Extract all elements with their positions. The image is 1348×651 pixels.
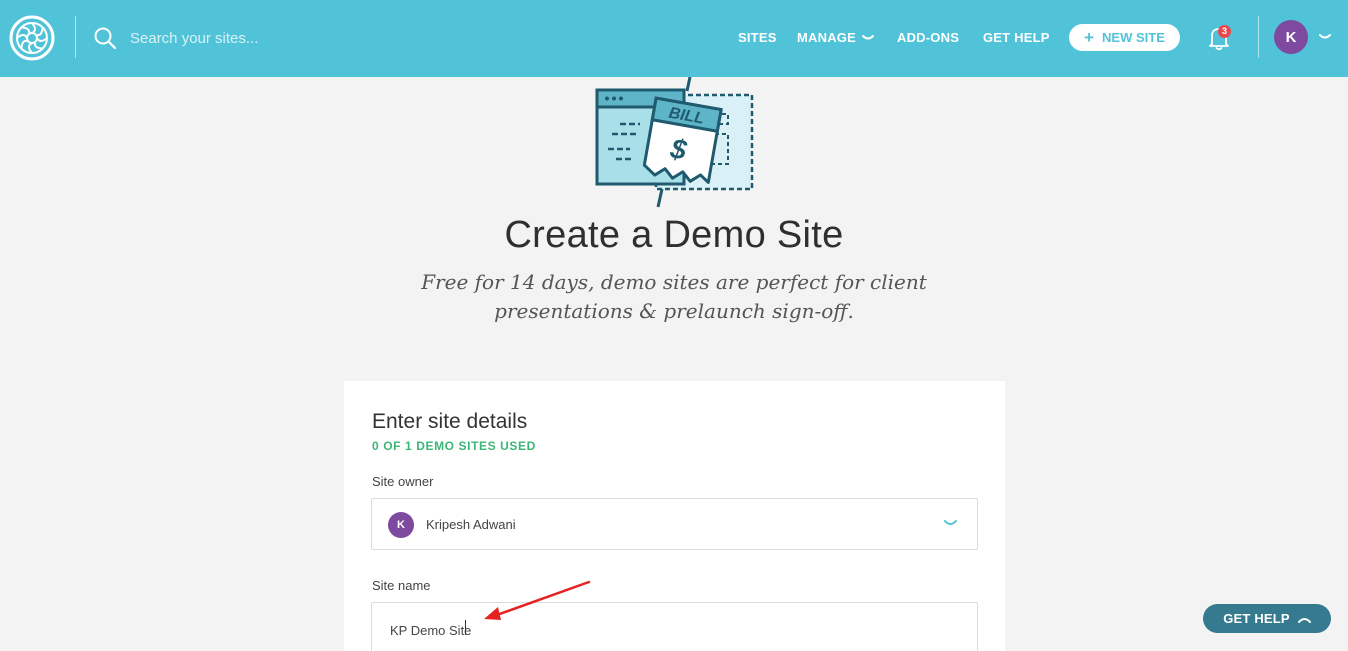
divider <box>75 16 76 58</box>
get-help-label: GET HELP <box>1223 611 1290 626</box>
chevron-down-icon <box>944 520 957 525</box>
chevron-up-icon <box>1297 617 1311 623</box>
site-name-field[interactable] <box>371 602 978 651</box>
site-name-label: Site name <box>372 578 431 593</box>
notification-badge: 3 <box>1218 25 1231 38</box>
site-owner-label: Site owner <box>372 474 434 489</box>
chevron-down-icon[interactable] <box>1319 34 1331 41</box>
subtitle-line-1: Free for 14 days, demo sites are perfect… <box>421 270 927 294</box>
nav-add-ons[interactable]: ADD-ONS <box>897 30 959 45</box>
search-input[interactable] <box>130 27 430 49</box>
divider <box>1258 16 1259 58</box>
plus-icon: + <box>1084 28 1095 47</box>
owner-name: Kripesh Adwani <box>426 517 516 532</box>
chevron-down-icon <box>861 35 874 40</box>
flywheel-logo-icon[interactable] <box>8 14 56 62</box>
top-navigation-bar: SITES MANAGE ADD-ONS GET HELP + NEW SITE… <box>0 0 1348 77</box>
bill-illustration: BILL $ <box>595 77 754 208</box>
text-cursor <box>465 620 466 635</box>
site-owner-select[interactable]: K Kripesh Adwani <box>371 498 978 550</box>
get-help-floating-button[interactable]: GET HELP <box>1203 604 1331 633</box>
annotation-arrow-icon <box>484 580 591 620</box>
subtitle-line-2: presentations & prelaunch sign-off. <box>494 299 854 323</box>
user-avatar[interactable]: K <box>1274 20 1308 54</box>
page-title: Create a Demo Site <box>504 214 844 256</box>
nav-sites[interactable]: SITES <box>738 30 777 45</box>
new-site-label: NEW SITE <box>1102 30 1165 45</box>
demo-usage-status: 0 OF 1 DEMO SITES USED <box>372 439 536 453</box>
card-heading: Enter site details <box>372 410 528 433</box>
nav-manage[interactable]: MANAGE <box>797 30 874 45</box>
new-site-button[interactable]: + NEW SITE <box>1069 24 1180 51</box>
nav-manage-label: MANAGE <box>797 30 856 45</box>
site-details-card: Enter site details 0 OF 1 DEMO SITES USE… <box>344 381 1005 651</box>
owner-avatar: K <box>388 512 414 538</box>
search-icon <box>94 27 117 50</box>
page-subtitle: Free for 14 days, demo sites are perfect… <box>374 268 974 326</box>
nav-get-help[interactable]: GET HELP <box>983 30 1050 45</box>
